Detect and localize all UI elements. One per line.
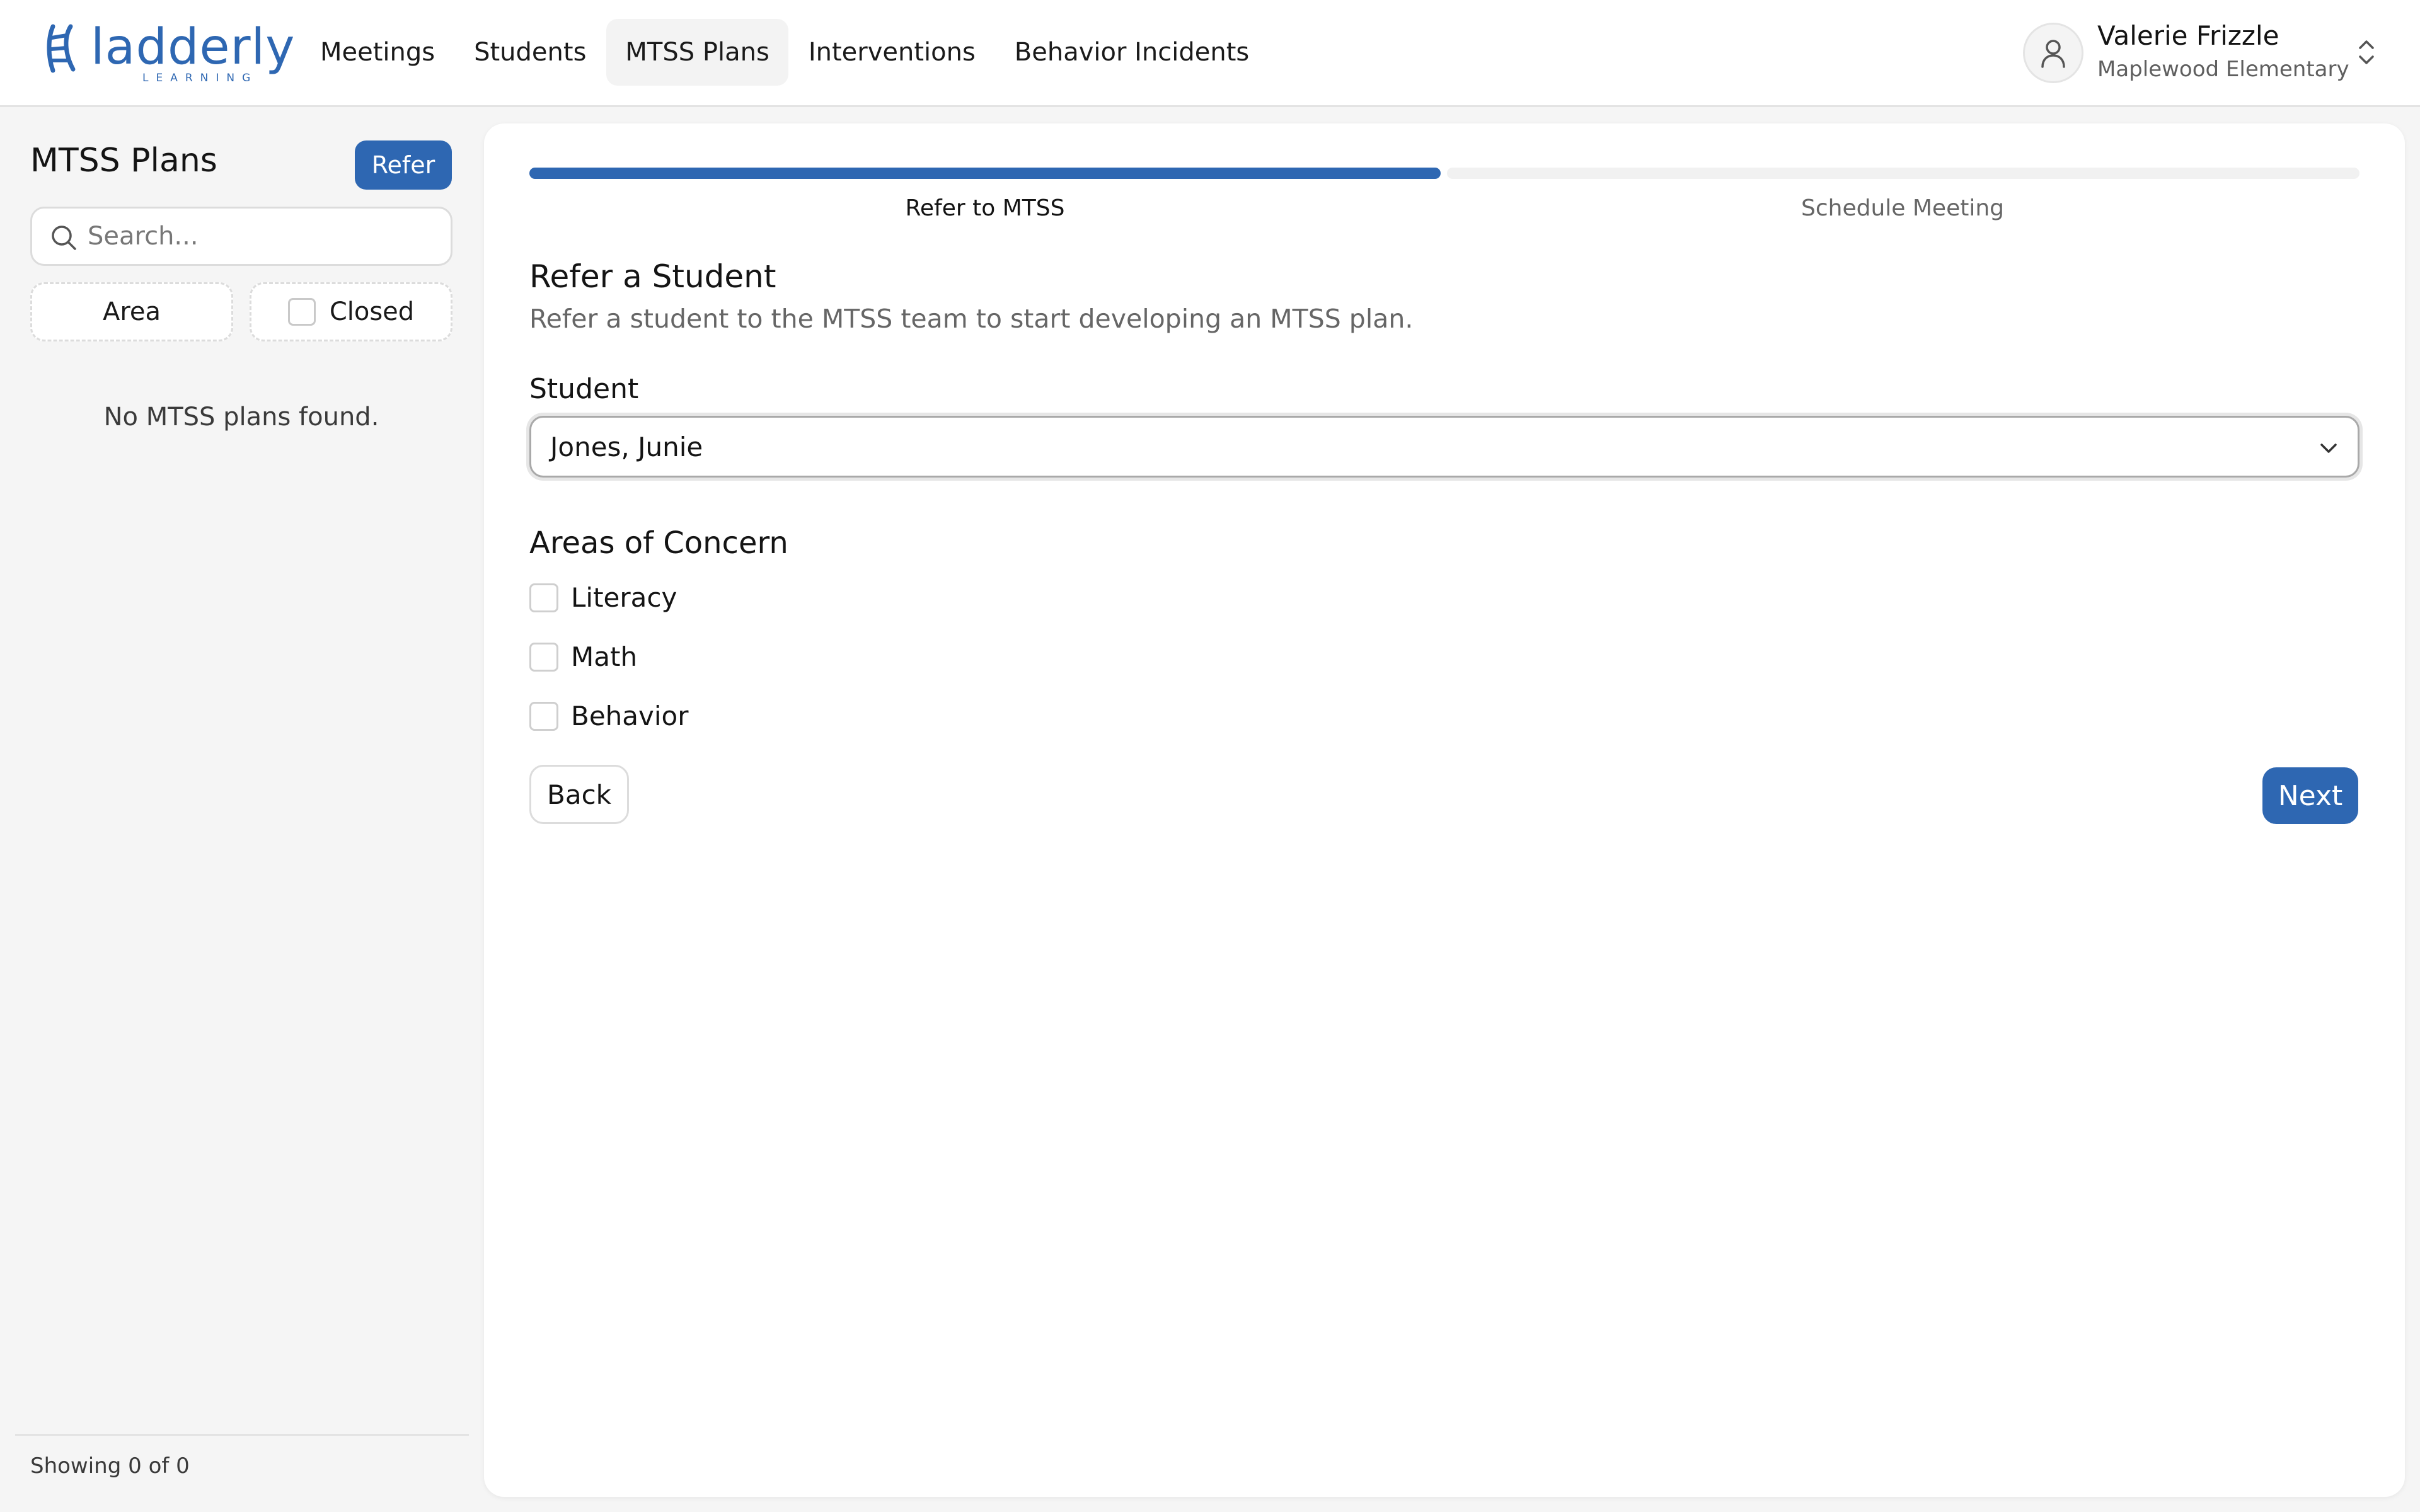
wizard-progress-bar — [529, 168, 2360, 179]
chevron-up-down-icon[interactable] — [2357, 38, 2376, 67]
concern-literacy[interactable]: Literacy — [529, 582, 677, 613]
nav-meetings[interactable]: Meetings — [301, 19, 454, 86]
closed-filter-checkbox[interactable] — [287, 298, 316, 326]
empty-state-message: No MTSS plans found. — [103, 403, 379, 432]
concern-math[interactable]: Math — [529, 641, 637, 672]
user-icon — [2041, 40, 2065, 68]
form-title: Refer a Student — [529, 258, 776, 295]
nav-students[interactable]: Students — [455, 19, 605, 86]
user-name: Valerie Frizzle — [2097, 20, 2279, 51]
user-menu[interactable]: Valerie Frizzle Maplewood Elementary — [2023, 19, 2388, 88]
nav-behavior-incidents[interactable]: Behavior Incidents — [996, 19, 1268, 86]
step-label-schedule: Schedule Meeting — [1801, 195, 2004, 221]
concern-behavior[interactable]: Behavior — [529, 701, 689, 731]
results-count: Showing 0 of 0 — [30, 1453, 190, 1479]
refer-wizard-card: Refer to MTSS Schedule Meeting Refer a S… — [484, 123, 2405, 1497]
ladderly-logo[interactable]: ladderly LEARNING — [44, 23, 294, 86]
step-label-refer: Refer to MTSS — [905, 195, 1065, 221]
nav-interventions[interactable]: Interventions — [790, 19, 994, 86]
ladder-logo-icon — [47, 24, 76, 73]
logo-subtitle: LEARNING — [142, 72, 258, 84]
math-checkbox[interactable] — [529, 642, 558, 672]
student-select-value: Jones, Junie — [550, 432, 703, 462]
closed-filter-toggle[interactable]: Closed — [250, 282, 452, 341]
literacy-label: Literacy — [571, 582, 677, 613]
progress-step-1-complete — [529, 168, 1441, 179]
search-icon — [52, 226, 76, 250]
search-input[interactable] — [88, 217, 441, 255]
user-school: Maplewood Elementary — [2097, 57, 2349, 82]
sidebar-title: MTSS Plans — [30, 142, 217, 180]
form-description: Refer a student to the MTSS team to star… — [529, 304, 1414, 334]
progress-step-2-pending — [1447, 168, 2360, 179]
areas-of-concern-title: Areas of Concern — [529, 525, 788, 561]
literacy-checkbox[interactable] — [529, 583, 558, 612]
main-nav: Meetings Students MTSS Plans Interventio… — [301, 19, 1268, 86]
avatar — [2023, 23, 2083, 83]
student-select[interactable]: Jones, Junie — [529, 416, 2360, 478]
logo-wordmark: ladderly — [91, 19, 296, 76]
area-filter-button[interactable]: Area — [30, 282, 233, 341]
refer-button[interactable]: Refer — [355, 140, 452, 190]
next-button[interactable]: Next — [2262, 767, 2358, 824]
area-filter-label: Area — [102, 297, 161, 326]
sidebar-footer: Showing 0 of 0 — [15, 1434, 469, 1479]
search-box[interactable] — [30, 207, 452, 266]
student-field-label: Student — [529, 373, 639, 405]
top-header: ladderly LEARNING Meetings Students MTSS… — [0, 0, 2420, 107]
mtss-plans-sidebar: MTSS Plans Refer Area Closed No MTSS pla… — [0, 109, 485, 1512]
back-button[interactable]: Back — [529, 765, 629, 824]
chevron-down-icon — [2320, 444, 2337, 453]
nav-mtss-plans[interactable]: MTSS Plans — [606, 19, 788, 86]
closed-filter-label: Closed — [329, 297, 415, 326]
behavior-checkbox[interactable] — [529, 701, 558, 731]
behavior-label: Behavior — [571, 701, 689, 731]
math-label: Math — [571, 641, 638, 672]
